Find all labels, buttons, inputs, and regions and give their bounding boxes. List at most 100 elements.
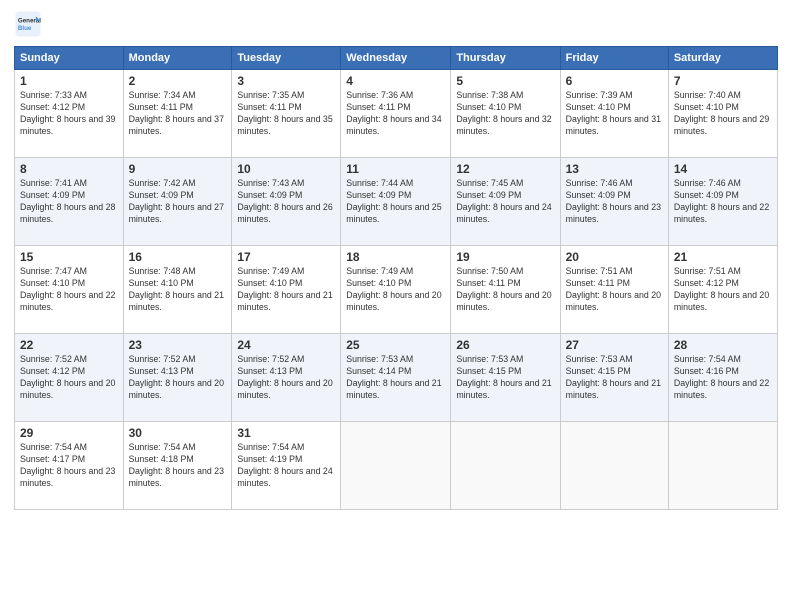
day-info: Sunrise: 7:52 AMSunset: 4:13 PMDaylight:…: [129, 354, 227, 402]
day-info: Sunrise: 7:46 AMSunset: 4:09 PMDaylight:…: [566, 178, 663, 226]
day-number: 9: [129, 162, 227, 176]
day-info: Sunrise: 7:53 AMSunset: 4:15 PMDaylight:…: [456, 354, 554, 402]
calendar-cell: [668, 422, 777, 510]
day-number: 28: [674, 338, 772, 352]
day-info: Sunrise: 7:42 AMSunset: 4:09 PMDaylight:…: [129, 178, 227, 226]
day-info: Sunrise: 7:43 AMSunset: 4:09 PMDaylight:…: [237, 178, 335, 226]
day-info: Sunrise: 7:50 AMSunset: 4:11 PMDaylight:…: [456, 266, 554, 314]
calendar-cell: 29 Sunrise: 7:54 AMSunset: 4:17 PMDayligh…: [15, 422, 124, 510]
day-number: 1: [20, 74, 118, 88]
calendar-body: 1 Sunrise: 7:33 AMSunset: 4:12 PMDaylight…: [15, 70, 778, 510]
day-number: 11: [346, 162, 445, 176]
calendar-cell: 2 Sunrise: 7:34 AMSunset: 4:11 PMDaylight…: [123, 70, 232, 158]
calendar-cell: 14Sunrise: 7:46 AMSunset: 4:09 PMDayligh…: [668, 158, 777, 246]
calendar-cell: 9 Sunrise: 7:42 AMSunset: 4:09 PMDaylight…: [123, 158, 232, 246]
calendar-cell: 22 Sunrise: 7:52 AMSunset: 4:12 PMDayligh…: [15, 334, 124, 422]
weekday-header-wednesday: Wednesday: [341, 47, 451, 70]
day-info: Sunrise: 7:51 AMSunset: 4:12 PMDaylight:…: [674, 266, 772, 314]
weekday-header-thursday: Thursday: [451, 47, 560, 70]
day-number: 4: [346, 74, 445, 88]
calendar-cell: 24 Sunrise: 7:52 AMSunset: 4:13 PMDayligh…: [232, 334, 341, 422]
weekday-header-friday: Friday: [560, 47, 668, 70]
day-number: 20: [566, 250, 663, 264]
calendar-cell: 4Sunrise: 7:36 AMSunset: 4:11 PMDaylight…: [341, 70, 451, 158]
calendar-cell: 17 Sunrise: 7:49 AMSunset: 4:10 PMDayligh…: [232, 246, 341, 334]
day-info: Sunrise: 7:38 AMSunset: 4:10 PMDaylight:…: [456, 90, 554, 138]
day-number: 25: [346, 338, 445, 352]
calendar-cell: 12 Sunrise: 7:45 AMSunset: 4:09 PMDayligh…: [451, 158, 560, 246]
calendar-cell: 21Sunrise: 7:51 AMSunset: 4:12 PMDayligh…: [668, 246, 777, 334]
day-number: 17: [237, 250, 335, 264]
calendar-header-row: SundayMondayTuesdayWednesdayThursdayFrid…: [15, 47, 778, 70]
weekday-header-monday: Monday: [123, 47, 232, 70]
day-info: Sunrise: 7:47 AMSunset: 4:10 PMDaylight:…: [20, 266, 118, 314]
calendar-cell: 23 Sunrise: 7:52 AMSunset: 4:13 PMDayligh…: [123, 334, 232, 422]
day-number: 12: [456, 162, 554, 176]
calendar-cell: 11Sunrise: 7:44 AMSunset: 4:09 PMDayligh…: [341, 158, 451, 246]
day-number: 29: [20, 426, 118, 440]
calendar-week-row: 15 Sunrise: 7:47 AMSunset: 4:10 PMDayligh…: [15, 246, 778, 334]
calendar-cell: [451, 422, 560, 510]
day-info: Sunrise: 7:45 AMSunset: 4:09 PMDaylight:…: [456, 178, 554, 226]
day-info: Sunrise: 7:54 AMSunset: 4:17 PMDaylight:…: [20, 442, 118, 490]
logo: General Blue: [14, 10, 44, 38]
calendar-cell: 30Sunrise: 7:54 AMSunset: 4:18 PMDayligh…: [123, 422, 232, 510]
calendar-week-row: 29 Sunrise: 7:54 AMSunset: 4:17 PMDayligh…: [15, 422, 778, 510]
day-info: Sunrise: 7:54 AMSunset: 4:16 PMDaylight:…: [674, 354, 772, 402]
day-info: Sunrise: 7:52 AMSunset: 4:12 PMDaylight:…: [20, 354, 118, 402]
day-info: Sunrise: 7:49 AMSunset: 4:10 PMDaylight:…: [346, 266, 445, 314]
day-number: 24: [237, 338, 335, 352]
day-info: Sunrise: 7:48 AMSunset: 4:10 PMDaylight:…: [129, 266, 227, 314]
calendar-cell: 16Sunrise: 7:48 AMSunset: 4:10 PMDayligh…: [123, 246, 232, 334]
day-number: 30: [129, 426, 227, 440]
calendar-week-row: 1 Sunrise: 7:33 AMSunset: 4:12 PMDaylight…: [15, 70, 778, 158]
day-info: Sunrise: 7:54 AMSunset: 4:19 PMDaylight:…: [237, 442, 335, 490]
logo-icon: General Blue: [14, 10, 42, 38]
calendar-cell: 27 Sunrise: 7:53 AMSunset: 4:15 PMDayligh…: [560, 334, 668, 422]
calendar-cell: 3 Sunrise: 7:35 AMSunset: 4:11 PMDaylight…: [232, 70, 341, 158]
day-number: 26: [456, 338, 554, 352]
calendar-cell: 25 Sunrise: 7:53 AMSunset: 4:14 PMDayligh…: [341, 334, 451, 422]
day-number: 31: [237, 426, 335, 440]
calendar-cell: 8Sunrise: 7:41 AMSunset: 4:09 PMDaylight…: [15, 158, 124, 246]
calendar-cell: 7 Sunrise: 7:40 AMSunset: 4:10 PMDaylight…: [668, 70, 777, 158]
calendar-cell: 13 Sunrise: 7:46 AMSunset: 4:09 PMDayligh…: [560, 158, 668, 246]
day-number: 15: [20, 250, 118, 264]
day-info: Sunrise: 7:33 AMSunset: 4:12 PMDaylight:…: [20, 90, 118, 138]
day-info: Sunrise: 7:49 AMSunset: 4:10 PMDaylight:…: [237, 266, 335, 314]
day-info: Sunrise: 7:40 AMSunset: 4:10 PMDaylight:…: [674, 90, 772, 138]
day-number: 2: [129, 74, 227, 88]
day-number: 22: [20, 338, 118, 352]
calendar-cell: 6 Sunrise: 7:39 AMSunset: 4:10 PMDaylight…: [560, 70, 668, 158]
calendar-week-row: 8Sunrise: 7:41 AMSunset: 4:09 PMDaylight…: [15, 158, 778, 246]
calendar-cell: 31 Sunrise: 7:54 AMSunset: 4:19 PMDayligh…: [232, 422, 341, 510]
calendar-cell: 1 Sunrise: 7:33 AMSunset: 4:12 PMDaylight…: [15, 70, 124, 158]
day-number: 6: [566, 74, 663, 88]
day-number: 27: [566, 338, 663, 352]
calendar-table: SundayMondayTuesdayWednesdayThursdayFrid…: [14, 46, 778, 510]
calendar-cell: 15 Sunrise: 7:47 AMSunset: 4:10 PMDayligh…: [15, 246, 124, 334]
svg-text:Blue: Blue: [18, 25, 32, 32]
day-info: Sunrise: 7:53 AMSunset: 4:14 PMDaylight:…: [346, 354, 445, 402]
day-info: Sunrise: 7:53 AMSunset: 4:15 PMDaylight:…: [566, 354, 663, 402]
day-number: 18: [346, 250, 445, 264]
calendar-cell: 18 Sunrise: 7:49 AMSunset: 4:10 PMDayligh…: [341, 246, 451, 334]
day-number: 13: [566, 162, 663, 176]
weekday-header-sunday: Sunday: [15, 47, 124, 70]
day-info: Sunrise: 7:34 AMSunset: 4:11 PMDaylight:…: [129, 90, 227, 138]
day-number: 3: [237, 74, 335, 88]
day-number: 5: [456, 74, 554, 88]
day-number: 10: [237, 162, 335, 176]
calendar-cell: 19 Sunrise: 7:50 AMSunset: 4:11 PMDayligh…: [451, 246, 560, 334]
page-container: General Blue SundayMondayTuesdayWednesda…: [0, 0, 792, 516]
day-info: Sunrise: 7:39 AMSunset: 4:10 PMDaylight:…: [566, 90, 663, 138]
calendar-cell: [341, 422, 451, 510]
day-info: Sunrise: 7:52 AMSunset: 4:13 PMDaylight:…: [237, 354, 335, 402]
header: General Blue: [14, 10, 778, 38]
weekday-header-saturday: Saturday: [668, 47, 777, 70]
day-number: 19: [456, 250, 554, 264]
day-info: Sunrise: 7:35 AMSunset: 4:11 PMDaylight:…: [237, 90, 335, 138]
day-number: 23: [129, 338, 227, 352]
day-info: Sunrise: 7:51 AMSunset: 4:11 PMDaylight:…: [566, 266, 663, 314]
day-number: 7: [674, 74, 772, 88]
